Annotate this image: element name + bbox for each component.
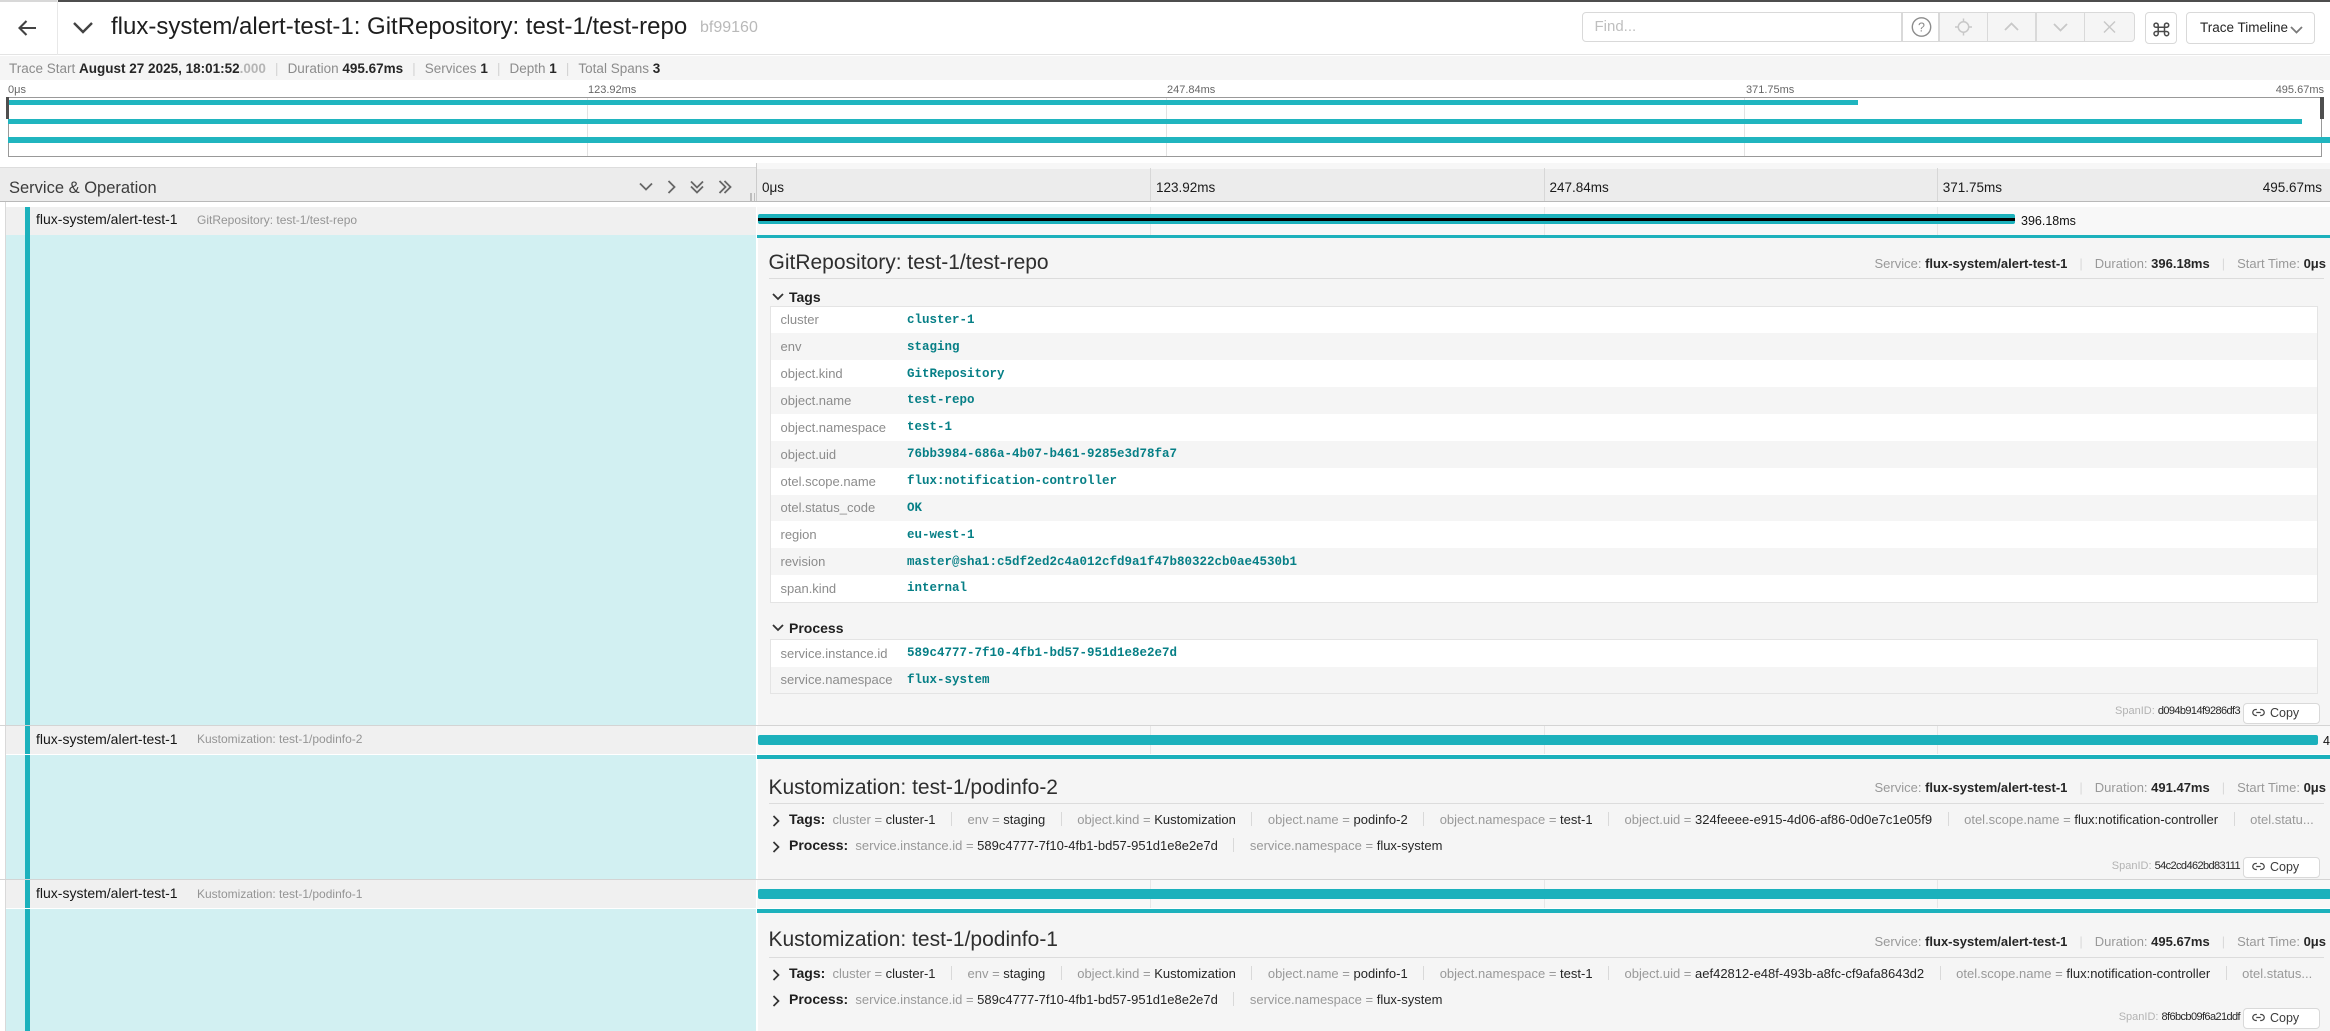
svg-text:?: ? [1918, 21, 1925, 35]
